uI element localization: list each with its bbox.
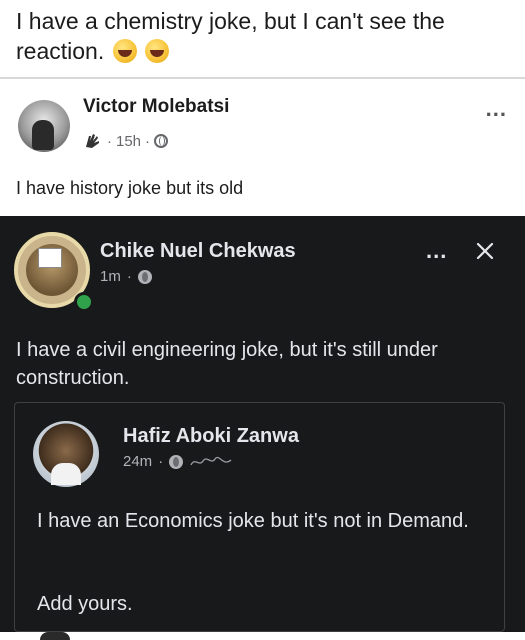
divider — [0, 77, 525, 79]
globe-icon — [137, 269, 152, 284]
post-meta: · 15h · — [83, 132, 169, 150]
separator: · — [145, 132, 151, 150]
online-status-icon — [74, 292, 94, 312]
close-icon[interactable] — [474, 240, 496, 262]
separator: · — [126, 268, 132, 285]
more-options-button[interactable]: ... — [426, 238, 447, 264]
comment-card-victor: Victor Molebatsi · 15h · ... I have hist… — [0, 82, 525, 216]
shared-post[interactable]: Hafiz Aboki Zanwa 24m · I have an Econom… — [14, 402, 505, 632]
timestamp[interactable]: 1m — [100, 268, 121, 285]
globe-icon — [169, 454, 184, 469]
author-name[interactable]: Victor Molebatsi — [83, 96, 229, 118]
caption: I have a chemistry joke, but I can't see… — [16, 6, 516, 66]
hand-badge-icon — [83, 132, 103, 150]
bottom-edge — [0, 632, 525, 640]
shared-post-text: I have an Economics joke but it's not in… — [37, 510, 469, 532]
post-meta: 24m · — [123, 453, 233, 470]
signature-watermark-icon — [189, 455, 233, 469]
avatar-sign — [38, 248, 62, 268]
post-meta: 1m · — [100, 268, 152, 285]
caption-text: I have a chemistry joke, but I can't see… — [16, 8, 445, 64]
timestamp[interactable]: 15h — [116, 133, 141, 150]
laughing-face-icon — [145, 39, 169, 63]
separator: · — [158, 453, 164, 470]
laughing-face-icon — [112, 39, 137, 63]
more-options-button[interactable]: ... — [486, 96, 507, 122]
globe-icon — [154, 134, 169, 148]
separator: · — [107, 132, 112, 150]
shared-post-text-2: Add yours. — [37, 593, 133, 615]
author-name[interactable]: Hafiz Aboki Zanwa — [123, 425, 299, 448]
timestamp[interactable]: 24m — [123, 453, 152, 470]
post-text: I have a civil engineering joke, but it'… — [16, 339, 438, 389]
avatar[interactable] — [33, 421, 99, 487]
dark-post-card: Chike Nuel Chekwas 1m · ... I have a civ… — [0, 216, 525, 640]
avatar[interactable] — [18, 100, 70, 152]
post-text: I have history joke but its old — [16, 178, 244, 198]
author-name[interactable]: Chike Nuel Chekwas — [100, 240, 296, 263]
